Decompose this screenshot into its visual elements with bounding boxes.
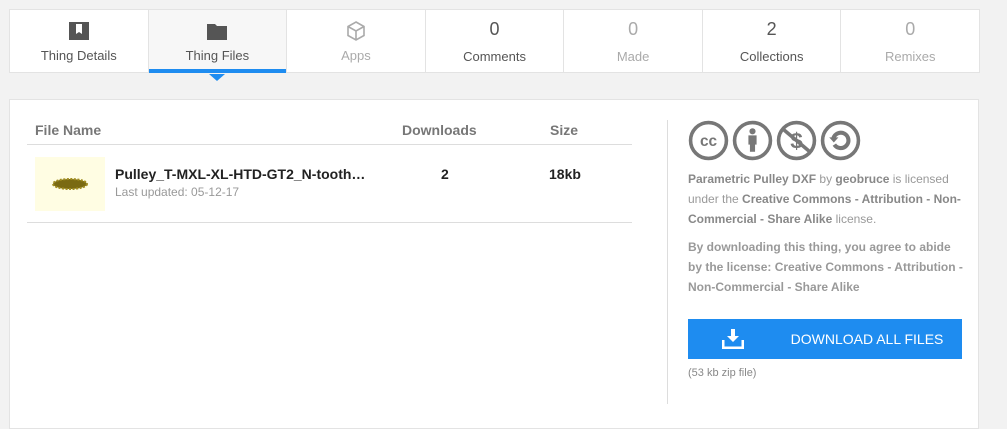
tab-comments[interactable]: 0 Comments bbox=[426, 10, 565, 72]
license-panel: cc $ Parametric Pulley DXF by geobruce i… bbox=[688, 120, 963, 379]
tab-count: 0 bbox=[905, 18, 916, 39]
book-icon bbox=[68, 21, 89, 40]
download-all-button[interactable]: DOWNLOAD ALL FILES bbox=[688, 319, 962, 359]
tab-count: 0 bbox=[628, 18, 639, 39]
thing-link[interactable]: Parametric Pulley DXF bbox=[688, 172, 816, 186]
folder-icon bbox=[207, 23, 228, 40]
tab-thing-files[interactable]: Thing Files bbox=[148, 10, 288, 81]
tab-thing-details[interactable]: Thing Details bbox=[10, 10, 149, 72]
tab-made[interactable]: 0 Made bbox=[564, 10, 703, 72]
file-thumbnail[interactable] bbox=[35, 157, 105, 211]
file-size: 18kb bbox=[549, 166, 581, 182]
non-commercial-icon: $ bbox=[776, 120, 817, 161]
header-downloads: Downloads bbox=[402, 122, 477, 138]
tab-remixes[interactable]: 0 Remixes bbox=[841, 10, 979, 72]
attribution-icon bbox=[732, 120, 773, 161]
tab-label: Thing Files bbox=[185, 47, 250, 63]
svg-text:cc: cc bbox=[700, 133, 718, 150]
file-updated: Last updated: 05-12-17 bbox=[115, 185, 240, 199]
cc-icon: cc bbox=[688, 120, 729, 161]
download-icon bbox=[722, 329, 744, 349]
cube-icon bbox=[347, 20, 365, 41]
license-agreement: By downloading this thing, you agree to … bbox=[688, 240, 963, 294]
author-link[interactable]: geobruce bbox=[835, 172, 889, 186]
tab-label: Thing Details bbox=[40, 47, 117, 63]
cc-license-icons[interactable]: cc $ bbox=[688, 120, 963, 161]
tab-label: Collections bbox=[739, 48, 804, 64]
tab-collections[interactable]: 2 Collections bbox=[703, 10, 842, 72]
tab-label: Remixes bbox=[884, 48, 936, 64]
header-file-name: File Name bbox=[35, 122, 102, 138]
header-size: Size bbox=[550, 122, 579, 138]
divider bbox=[667, 120, 668, 404]
tab-label: Made bbox=[616, 48, 650, 64]
tab-count: 0 bbox=[489, 18, 500, 39]
download-label: DOWNLOAD ALL FILES bbox=[790, 331, 944, 347]
file-downloads: 2 bbox=[441, 166, 449, 182]
divider bbox=[27, 144, 632, 145]
text: by bbox=[816, 172, 836, 186]
pulley-icon bbox=[52, 178, 88, 190]
files-panel: File Name Downloads Size Pulley_T-MXL-XL… bbox=[9, 99, 979, 429]
divider bbox=[27, 222, 632, 223]
license-text: Parametric Pulley DXF by geobruce is lic… bbox=[688, 169, 963, 229]
text: license. bbox=[832, 212, 877, 226]
share-alike-icon bbox=[820, 120, 861, 161]
file-name[interactable]: Pulley_T-MXL-XL-HTD-GT2_N-tooth… bbox=[115, 166, 365, 182]
zip-size: (53 kb zip file) bbox=[688, 367, 757, 379]
tab-bar: Thing Details Thing Files Apps 0 Comments… bbox=[9, 9, 980, 81]
tab-label: Apps bbox=[341, 47, 371, 63]
tab-label: Comments bbox=[463, 48, 526, 64]
tab-apps[interactable]: Apps bbox=[287, 10, 426, 72]
tab-count: 2 bbox=[766, 18, 777, 39]
